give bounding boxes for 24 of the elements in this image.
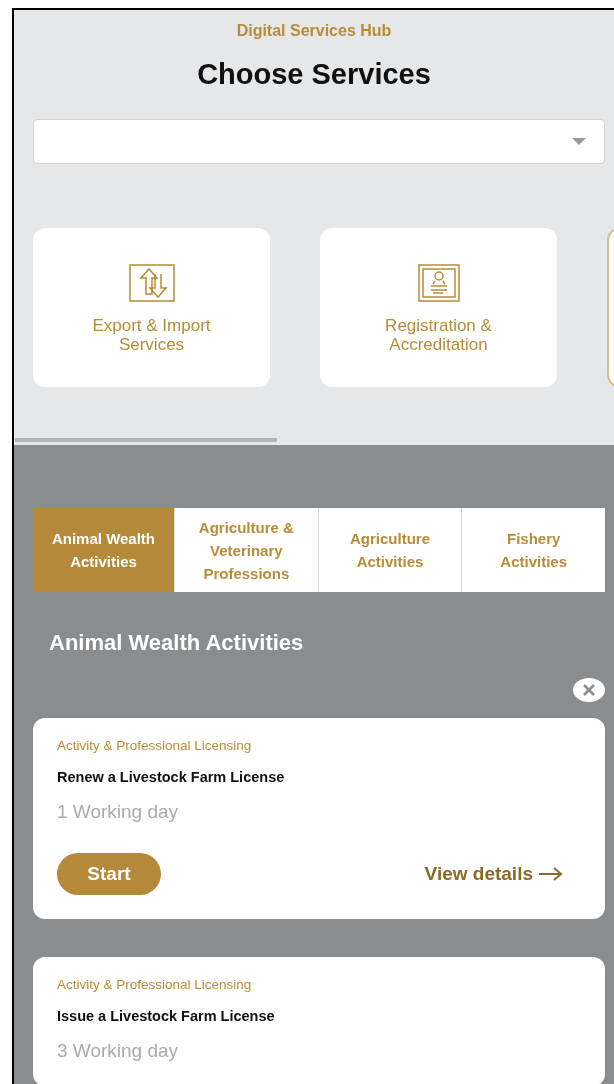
service-dropdown[interactable] [33,119,605,164]
service-duration: 3 Working day [57,1040,180,1062]
view-details-link[interactable]: View details [424,863,563,885]
activity-tab[interactable]: Fishery Activities [461,508,605,592]
close-icon[interactable] [573,678,605,702]
service-category: Activity & Professional Licensing [57,738,253,753]
service-category: Activity & Professional Licensing [57,977,253,992]
dropdown-caret-icon [572,138,586,145]
service-category-card[interactable]: Registration & Accreditation [320,228,557,387]
arrows-up-down-icon [128,264,175,302]
activity-tab[interactable]: Agriculture Activities [317,508,462,592]
service-category-card[interactable]: Export & Import Services [33,228,270,387]
start-button[interactable]: Start [57,853,161,895]
activity-tab[interactable]: Agriculture & Veterinary Professions [174,508,318,592]
activity-tab[interactable]: Animal Wealth Activities [33,508,174,592]
horizontal-scrollbar[interactable] [15,438,277,442]
service-name: Issue a Livestock Farm License [57,1008,276,1024]
hub-subtitle: Digital Services Hub [236,22,392,40]
service-name: Renew a Livestock Farm License [57,769,286,785]
arrow-right-icon [539,867,563,881]
certificate-icon [417,264,460,302]
page-title: Choose Services [197,58,431,91]
section-title: Animal Wealth Activities [49,630,305,656]
service-duration: 1 Working day [57,801,180,823]
